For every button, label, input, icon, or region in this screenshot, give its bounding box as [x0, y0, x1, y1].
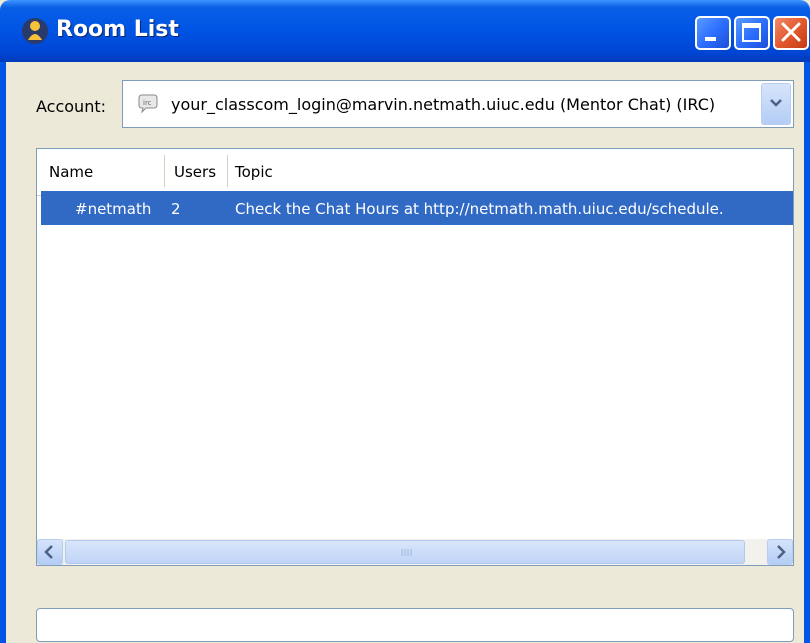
- window-border-left: [0, 62, 6, 643]
- close-icon: [781, 22, 801, 42]
- scroll-right-button[interactable]: [767, 539, 793, 565]
- chevron-right-icon: [777, 545, 786, 559]
- column-header-topic[interactable]: Topic: [235, 163, 273, 181]
- account-combobox[interactable]: irc your_classcom_login@marvin.netmath.u…: [122, 80, 794, 128]
- column-separator[interactable]: [164, 155, 165, 187]
- minimize-icon: [705, 37, 716, 41]
- svg-text:irc: irc: [143, 99, 152, 107]
- room-list[interactable]: Name Users Topic #netmath 2 Check the Ch…: [36, 148, 794, 566]
- room-name: #netmath: [75, 200, 152, 218]
- column-header-name[interactable]: Name: [49, 163, 93, 181]
- minimize-button[interactable]: [695, 16, 731, 50]
- grip-icon: [401, 549, 412, 556]
- room-users: 2: [171, 200, 181, 218]
- account-dropdown-button[interactable]: [761, 83, 791, 125]
- column-separator[interactable]: [227, 155, 228, 187]
- list-item[interactable]: #netmath 2 Check the Chat Hours at http:…: [41, 191, 793, 225]
- window-title: Room List: [56, 17, 179, 42]
- irc-protocol-icon: irc: [138, 94, 158, 114]
- room-list-header: Name Users Topic: [37, 149, 793, 196]
- status-field[interactable]: [36, 608, 794, 642]
- maximize-icon: [742, 23, 761, 42]
- close-button[interactable]: [773, 16, 809, 50]
- horizontal-scrollbar[interactable]: [37, 539, 793, 565]
- account-value: your_classcom_login@marvin.netmath.uiuc.…: [171, 95, 716, 114]
- buddy-icon: [22, 18, 48, 44]
- window-titlebar[interactable]: Room List: [0, 0, 810, 62]
- column-header-users[interactable]: Users: [174, 163, 216, 181]
- window-border-right: [804, 62, 810, 643]
- maximize-button[interactable]: [734, 16, 770, 50]
- account-label: Account:: [36, 97, 106, 116]
- scroll-thumb[interactable]: [65, 540, 745, 564]
- room-topic: Check the Chat Hours at http://netmath.m…: [235, 200, 724, 218]
- scroll-left-button[interactable]: [37, 539, 63, 565]
- chevron-down-icon: [770, 99, 782, 107]
- chevron-left-icon: [44, 545, 53, 559]
